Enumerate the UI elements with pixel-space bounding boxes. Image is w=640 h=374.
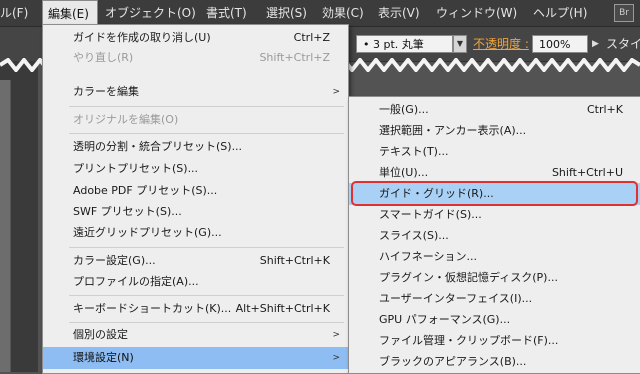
brush-definition-field[interactable]: • 3 pt. 丸筆: [356, 35, 453, 53]
submenu-item-type[interactable]: テキスト(T)...: [349, 141, 640, 163]
menu-window[interactable]: ウィンドウ(W): [436, 0, 517, 26]
separator: [69, 295, 344, 296]
separator: [69, 133, 344, 134]
separator: [69, 247, 344, 248]
vertical-ruler: [0, 80, 11, 372]
style-label: スタイ: [606, 37, 640, 51]
separator: [69, 106, 344, 107]
chevron-right-icon: >: [332, 353, 340, 363]
chevron-down-icon[interactable]: ▼: [453, 35, 467, 53]
menu-item-edit-colors[interactable]: カラーを編集 >: [43, 81, 348, 103]
submenu-item-general[interactable]: 一般(G)... Ctrl+K: [349, 99, 640, 121]
submenu-item-user-interface[interactable]: ユーザーインターフェイス(I)...: [349, 288, 640, 310]
submenu-item-gpu-performance[interactable]: GPU パフォーマンス(G)...: [349, 309, 640, 331]
menu-item-swf-presets[interactable]: SWF プリセット(S)...: [43, 201, 348, 223]
opacity-label[interactable]: 不透明度 :: [473, 35, 529, 53]
menu-item-redo[interactable]: やり直し(R) Shift+Ctrl+Z: [43, 47, 348, 69]
edit-menu: ガイドを作成の取り消し(U) Ctrl+Z やり直し(R) Shift+Ctrl…: [42, 24, 349, 374]
menu-item-my-settings[interactable]: 個別の設定 >: [43, 324, 348, 346]
menu-item-undo[interactable]: ガイドを作成の取り消し(U) Ctrl+Z: [43, 27, 348, 49]
menu-item-pdf-presets[interactable]: Adobe PDF プリセット(S)...: [43, 180, 348, 202]
separator: [69, 322, 344, 323]
submenu-item-selection-anchor-display[interactable]: 選択範囲・アンカー表示(A)...: [349, 120, 640, 142]
highlight-annotation-box: [351, 181, 638, 206]
menu-edit[interactable]: 編集(E): [42, 0, 98, 25]
submenu-item-hyphenation[interactable]: ハイフネーション...: [349, 246, 640, 268]
menu-view[interactable]: 表示(V): [378, 0, 420, 26]
menu-help[interactable]: ヘルプ(H): [533, 0, 587, 26]
submenu-item-appearance-of-black[interactable]: ブラックのアピアランス(B)...: [349, 351, 640, 373]
menu-item-transparency-flattener[interactable]: 透明の分割・統合プリセット(S)...: [43, 136, 348, 158]
menu-type[interactable]: 書式(T): [206, 0, 247, 26]
menu-item-keyboard-shortcuts[interactable]: キーボードショートカット(K)... Alt+Shift+Ctrl+K: [43, 298, 348, 320]
chevron-right-icon: >: [332, 330, 340, 340]
menu-item-assign-profile[interactable]: プロファイルの指定(A)...: [43, 271, 348, 293]
menu-file[interactable]: ル(F): [0, 0, 40, 26]
chevron-right-icon: >: [332, 87, 340, 97]
submenu-item-plugins-scratch-disks[interactable]: プラグイン・仮想記憶ディスク(P)...: [349, 267, 640, 289]
menu-select[interactable]: 選択(S): [266, 0, 307, 26]
menu-item-perspective-grid-presets[interactable]: 遠近グリッドプリセット(G)...: [43, 222, 348, 244]
bridge-icon[interactable]: Br: [614, 4, 634, 22]
opacity-input[interactable]: 100%: [532, 35, 588, 53]
menu-item-color-settings[interactable]: カラー設定(G)... Shift+Ctrl+K: [43, 250, 348, 272]
chevron-right-icon[interactable]: ▶: [592, 35, 604, 53]
menu-item-preferences[interactable]: 環境設定(N) >: [43, 347, 348, 369]
menu-item-print-presets[interactable]: プリントプリセット(S)...: [43, 158, 348, 180]
submenu-item-slices[interactable]: スライス(S)...: [349, 225, 640, 247]
menu-object[interactable]: オブジェクト(O): [105, 0, 196, 26]
preferences-submenu: 一般(G)... Ctrl+K 選択範囲・アンカー表示(A)... テキスト(T…: [348, 96, 640, 374]
submenu-item-smart-guides[interactable]: スマートガイド(S)...: [349, 204, 640, 226]
menu-bar: ル(F) 編集(E) オブジェクト(O) 書式(T) 選択(S) 効果(C) 表…: [0, 0, 640, 27]
submenu-item-file-handling-clipboard[interactable]: ファイル管理・クリップボード(F)...: [349, 330, 640, 352]
menu-effect[interactable]: 効果(C): [322, 0, 364, 26]
menu-item-edit-original[interactable]: オリジナルを編集(O): [43, 109, 348, 131]
